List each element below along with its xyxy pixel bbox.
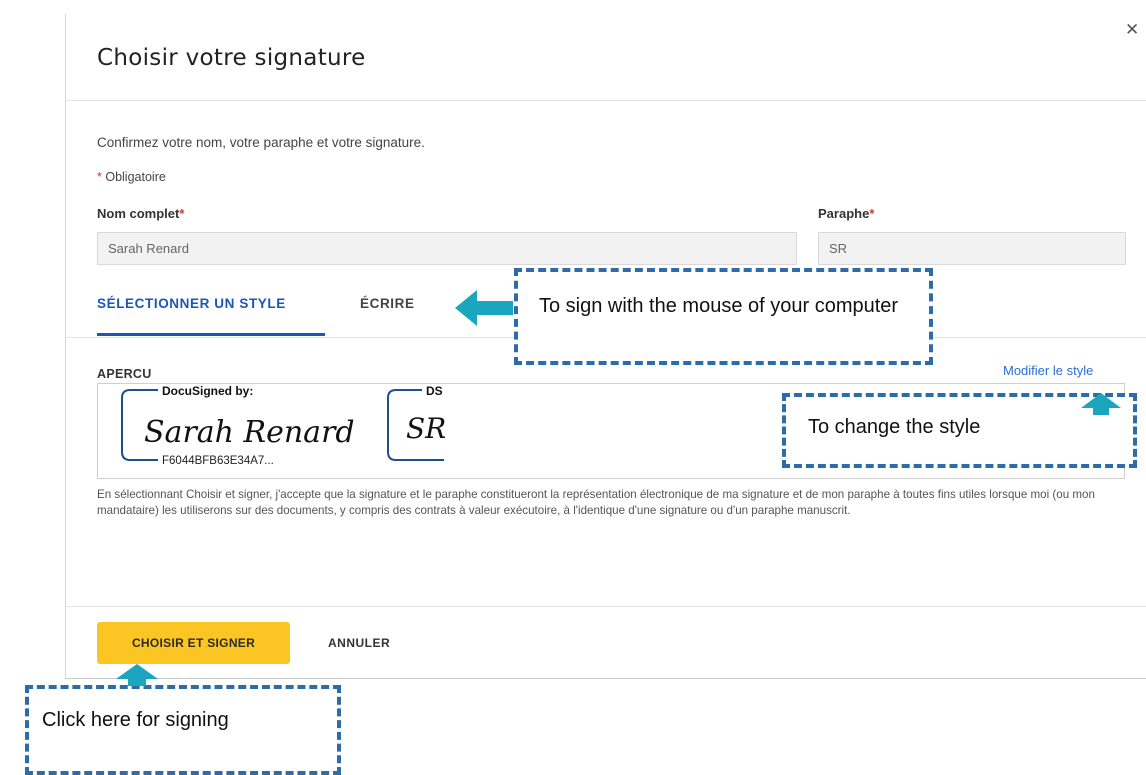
signature-header: DocuSigned by: bbox=[162, 384, 253, 398]
draw-callout-text: To sign with the mouse of your computer bbox=[539, 295, 899, 317]
tab-select-style[interactable]: SÉLECTIONNER UN STYLE bbox=[97, 296, 286, 311]
header-divider bbox=[65, 100, 1146, 101]
style-callout-text: To change the style bbox=[808, 416, 981, 438]
modify-style-link[interactable]: Modifier le style bbox=[1003, 363, 1093, 378]
signature-id: F6044BFB63E34A7... bbox=[162, 455, 274, 467]
active-tab-indicator bbox=[97, 333, 325, 336]
initials-label: Paraphe* bbox=[818, 206, 875, 221]
required-note-label: Obligatoire bbox=[105, 170, 166, 184]
legal-disclaimer: En sélectionnant Choisir et signer, j'ac… bbox=[97, 488, 1095, 517]
signature-name: Sarah Renard bbox=[144, 415, 355, 450]
full-name-label: Nom complet* bbox=[97, 206, 185, 221]
initials-header: DS bbox=[426, 384, 443, 398]
footer-divider bbox=[65, 606, 1146, 607]
close-icon[interactable]: ✕ bbox=[1125, 22, 1139, 39]
instruction-text: Confirmez votre nom, votre paraphe et vo… bbox=[97, 135, 425, 150]
up-arrow-icon bbox=[1081, 393, 1121, 415]
draw-callout: To sign with the mouse of your computer bbox=[514, 268, 933, 365]
required-note: * Obligatoire bbox=[97, 170, 166, 184]
left-arrow-icon bbox=[455, 290, 513, 326]
tab-draw[interactable]: ÉCRIRE bbox=[360, 296, 415, 311]
full-name-input[interactable] bbox=[97, 232, 797, 265]
required-star: * bbox=[97, 170, 102, 184]
up-arrow-icon bbox=[116, 664, 158, 686]
initials-text: SR bbox=[406, 412, 446, 445]
choose-and-sign-button[interactable]: CHOISIR ET SIGNER bbox=[97, 622, 290, 664]
dialog-title: Choisir votre signature bbox=[97, 45, 366, 71]
sign-callout: Click here for signing bbox=[25, 685, 341, 775]
sign-callout-text: Click here for signing bbox=[42, 709, 229, 731]
initials-input[interactable] bbox=[818, 232, 1126, 265]
cancel-button[interactable]: ANNULER bbox=[318, 622, 400, 664]
preview-label: APERCU bbox=[97, 367, 152, 381]
